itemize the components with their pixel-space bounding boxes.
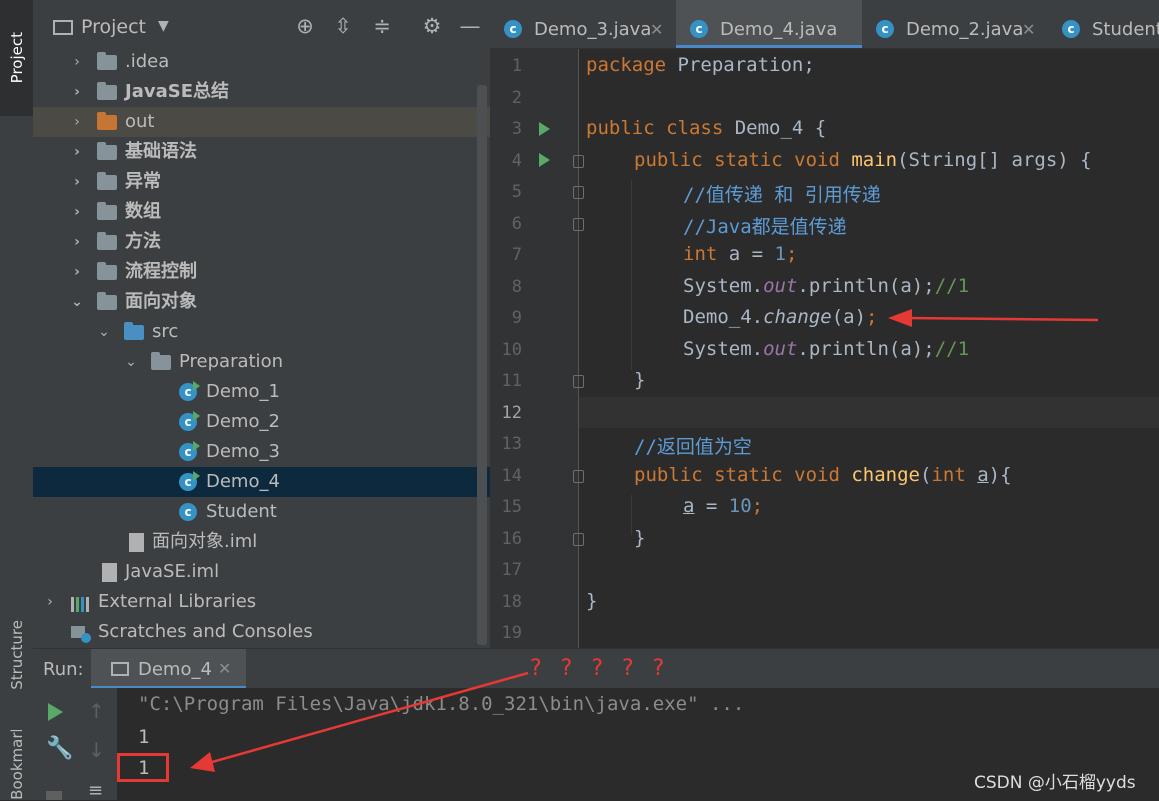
arrow-to-console-output [190,671,529,772]
annotation-question-marks: ? ? ? ? ? [530,656,671,681]
annotation-highlight-box [117,753,169,782]
watermark: CSDN @小石榴yyds [974,773,1136,793]
arrow-to-change-call [888,309,1099,327]
